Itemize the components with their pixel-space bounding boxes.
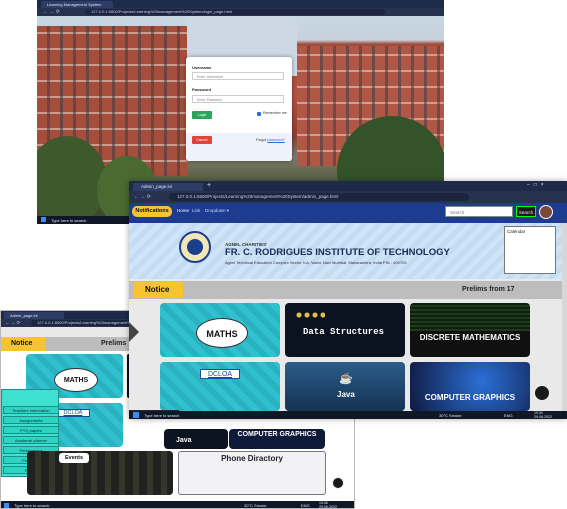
taskbar-search[interactable]: Type here to search: [144, 413, 179, 418]
password-input[interactable]: Enter Password: [192, 95, 284, 103]
window-controls-icon[interactable]: –□×: [527, 182, 548, 188]
browser-tab[interactable]: Admin_page.ini: [133, 183, 203, 191]
course-card-java[interactable]: ☕ Java: [285, 362, 405, 411]
card-title: COMPUTER GRAPHICS: [424, 393, 516, 402]
search-button[interactable]: Search: [516, 206, 536, 217]
course-card-java[interactable]: Java: [164, 429, 228, 449]
course-card-computer-graphics[interactable]: COMPUTER GRAPHICS: [229, 429, 325, 449]
college-address: Agnel Technical Education Complex Sector…: [225, 260, 407, 265]
windows-start-icon[interactable]: [133, 412, 139, 418]
remember-label: Remember me: [263, 111, 287, 115]
username-input[interactable]: Enter Username: [192, 72, 284, 80]
browser-tab[interactable]: Admin_page.ini: [4, 312, 64, 319]
chatbot-icon[interactable]: [332, 477, 344, 489]
avatar[interactable]: [539, 205, 553, 219]
card-title: DISCRETE MATHEMATICS: [419, 333, 521, 342]
card-title: DCLOA: [200, 369, 240, 379]
college-logo: [179, 231, 211, 263]
taskbar-search[interactable]: Type here to search: [51, 218, 86, 223]
windows-start-icon[interactable]: [41, 217, 46, 222]
card-title: Java: [176, 437, 192, 444]
cancel-button[interactable]: Cancel: [192, 136, 212, 144]
url-field[interactable]: 127.0.0.1:5500/Projects/Learning%20manag…: [85, 9, 385, 15]
notice-label: Notice: [1, 337, 45, 351]
nav-arrows-icon[interactable]: ← → ⟳: [43, 9, 60, 15]
login-button[interactable]: Login: [192, 111, 212, 119]
forgot-label: Forgot: [256, 138, 267, 142]
phone-directory-label: Phone Diractory: [221, 454, 283, 463]
course-card-data-structures[interactable]: Data Structures: [285, 303, 405, 357]
events-label: Events: [59, 453, 89, 463]
login-form: Username Enter Username Password Enter P…: [186, 57, 292, 161]
clock-date: 29-06-2022: [534, 415, 552, 419]
windows-start-icon[interactable]: [4, 503, 9, 508]
sidebar-item-pyq-papers[interactable]: PYQ papers: [3, 426, 59, 434]
course-card-computer-graphics[interactable]: COMPUTER GRAPHICS: [410, 362, 530, 411]
connector-arrow-icon: [129, 322, 139, 342]
forgot-text: Forgot password?: [256, 138, 285, 142]
nav-arrows-icon[interactable]: ← → ⟳: [5, 320, 20, 326]
card-title: Data Structures: [303, 327, 385, 337]
notifications-button[interactable]: Notifications: [132, 206, 172, 217]
search-input[interactable]: Search: [445, 206, 513, 217]
card-title: DCLOA: [56, 409, 90, 417]
college-name: FR. C. RODRIGUES INSTITUTE OF TECHNOLOGY: [225, 247, 450, 258]
card-title: MATHS: [196, 318, 248, 348]
taskbar: Type here to search 30°C Smoke ENG 19:34…: [129, 411, 567, 419]
weather-text: 30°C Smoke: [244, 503, 267, 508]
course-card-dcloa[interactable]: DCLOA: [160, 362, 280, 411]
sidebar-item-teachers-information[interactable]: Teachers information: [3, 406, 59, 414]
sidebar-item-academic-planner[interactable]: Academic planner: [3, 436, 59, 444]
clock-date: 29-06-2022: [319, 505, 337, 509]
lang-text: ENG: [301, 503, 310, 508]
main-browser-window: Admin_page.ini + –□× ← → ⟳ 127.0.0.1:550…: [129, 181, 567, 419]
calendar-label: Calendar: [507, 229, 526, 234]
chevron-down-icon: ▾: [226, 208, 230, 213]
notice-label: Notice: [133, 282, 183, 298]
card-title: Java: [337, 390, 355, 399]
calendar-panel[interactable]: Calendar: [504, 226, 556, 274]
nav-link[interactable]: Link: [192, 208, 200, 213]
url-field[interactable]: 127.0.0.1:5500/Projects/Learning%20manag…: [169, 193, 469, 201]
nav-dropdown[interactable]: Dropdown ▾: [205, 208, 229, 214]
events-card[interactable]: Events: [27, 451, 173, 495]
new-tab-icon[interactable]: +: [207, 182, 211, 189]
dropdown-label: Dropdown: [205, 208, 226, 213]
sidebar-item-assignments[interactable]: Assignments: [3, 416, 59, 424]
weather-text: 30°C Smoke: [439, 413, 462, 418]
code-texture: [410, 303, 530, 331]
taskbar: Type here to search 30°C Smoke ENG 19:36…: [1, 501, 354, 509]
scrollbar[interactable]: [562, 223, 567, 411]
chatbot-icon[interactable]: [534, 385, 550, 401]
username-label: Username: [192, 65, 212, 70]
forgot-password-link[interactable]: password?: [267, 138, 284, 142]
graph-nodes-icon: [295, 311, 325, 319]
password-label: Password: [192, 87, 211, 92]
phone-directory-card[interactable]: Phone Diractory: [178, 451, 326, 495]
card-title: COMPUTER GRAPHICS: [237, 431, 317, 438]
course-card-maths[interactable]: MATHS: [160, 303, 280, 357]
lang-text: ENG: [504, 413, 513, 418]
events-photo: [27, 451, 173, 495]
prelims-text: Prelims from 17: [462, 286, 515, 293]
coffee-cup-icon: ☕: [339, 373, 353, 385]
course-card-discrete-mathematics[interactable]: DISCRETE MATHEMATICS: [410, 303, 530, 357]
taskbar-search[interactable]: Type here to search: [14, 503, 49, 508]
nav-arrows-icon[interactable]: ← → ⟳: [134, 194, 151, 200]
card-title: MATHS: [54, 368, 98, 392]
browser-tab[interactable]: Learning Management System: [41, 1, 113, 8]
remember-checkbox[interactable]: [257, 112, 261, 116]
nav-home-link[interactable]: Home: [177, 208, 189, 213]
